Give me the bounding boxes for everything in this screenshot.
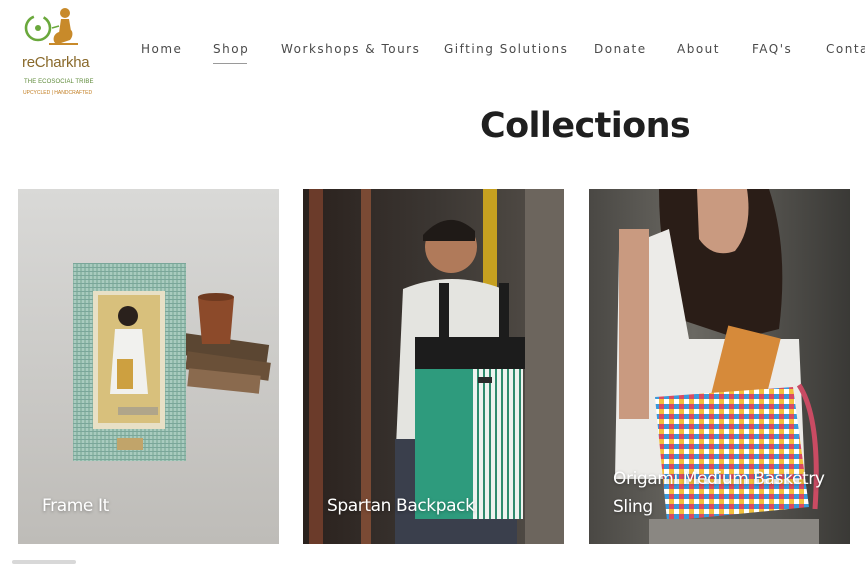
collection-card-frame-it[interactable]: Frame It <box>18 189 279 544</box>
collection-label-line1: Origami Medium Basketry <box>613 469 825 489</box>
scroll-hint <box>12 560 76 564</box>
collection-card-spartan-backpack[interactable]: Spartan Backpack <box>303 189 564 544</box>
brand-name: reCharkha <box>22 54 90 71</box>
nav-donate[interactable]: Donate <box>594 42 647 56</box>
nav-gifting[interactable]: Gifting Solutions <box>444 42 568 56</box>
nav-workshops[interactable]: Workshops & Tours <box>281 42 420 56</box>
collection-label: Origami Medium Basketry Sling <box>613 465 825 521</box>
photo-frame-image <box>18 189 279 544</box>
charkha-logo-icon <box>24 8 78 45</box>
nav-about[interactable]: About <box>677 42 720 56</box>
brand-logo[interactable]: reCharkha THE ECOSOCIAL TRIBE UPCYCLED |… <box>18 4 93 100</box>
nav-contact[interactable]: Contact <box>826 42 865 56</box>
collection-label: Spartan Backpack <box>327 496 475 516</box>
collection-label-line2: Sling <box>613 497 653 517</box>
brand-subtag: UPCYCLED | HANDCRAFTED <box>23 90 93 96</box>
nav-faq[interactable]: FAQ's <box>752 42 792 56</box>
nav-shop[interactable]: Shop <box>213 42 249 64</box>
page-title: Collections <box>480 106 691 146</box>
collection-card-origami-sling[interactable]: Origami Medium Basketry Sling <box>589 189 850 544</box>
backpack-image <box>303 189 564 544</box>
collection-label: Frame It <box>42 496 109 516</box>
nav-home[interactable]: Home <box>141 42 182 56</box>
brand-tagline: THE ECOSOCIAL TRIBE <box>24 79 94 85</box>
page: reCharkha THE ECOSOCIAL TRIBE UPCYCLED |… <box>0 0 865 565</box>
